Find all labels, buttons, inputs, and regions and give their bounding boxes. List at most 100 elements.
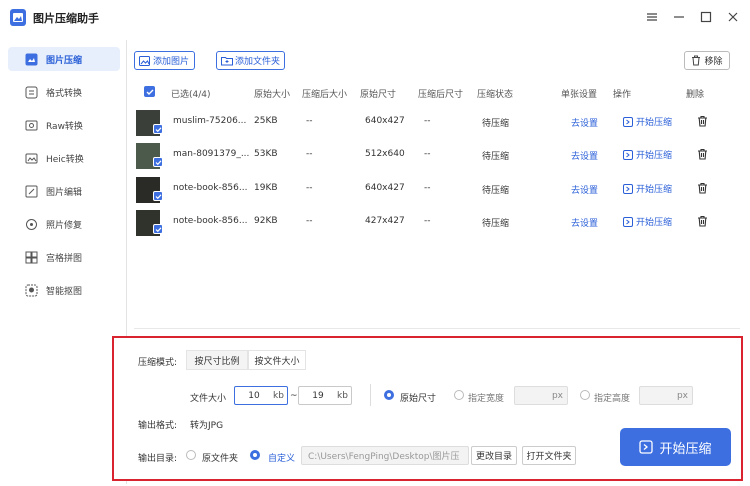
- compressed-size: --: [306, 183, 313, 193]
- original-size: 92KB: [254, 216, 278, 226]
- format-icon: [24, 85, 38, 99]
- row-start-compress-link[interactable]: 开始压缩: [623, 115, 672, 128]
- divider: [134, 328, 740, 329]
- compressed-dims: --: [424, 183, 431, 193]
- remove-button[interactable]: 移除: [684, 51, 730, 70]
- min-size-unit: kb: [273, 390, 284, 401]
- compressed-size: --: [306, 116, 313, 126]
- max-size-input[interactable]: 19 kb: [298, 386, 352, 405]
- width-unit: px: [551, 390, 563, 401]
- row-checkbox[interactable]: [153, 157, 163, 167]
- output-dir-label: 输出目录:: [138, 454, 178, 464]
- app-title: 图片压缩助手: [33, 12, 99, 25]
- compressed-size: --: [306, 216, 313, 226]
- set-settings-link[interactable]: 去设置: [571, 149, 598, 162]
- sidebar-item-edit[interactable]: 图片编辑: [8, 179, 120, 203]
- sidebar-item-compress[interactable]: 图片压缩: [8, 47, 120, 71]
- header-single-setting: 单张设置: [561, 90, 598, 100]
- row-checkbox[interactable]: [153, 224, 163, 234]
- output-format-value: 转为JPG: [190, 421, 224, 431]
- trash-icon[interactable]: [697, 182, 708, 197]
- radio-original-folder[interactable]: [186, 450, 196, 460]
- radio-original-dims[interactable]: [384, 390, 394, 400]
- min-size-input[interactable]: 10 kb: [234, 386, 288, 405]
- grid-icon: [24, 250, 38, 264]
- compressed-dims: --: [424, 216, 431, 226]
- row-start-label: 开始压缩: [636, 218, 673, 228]
- sidebar-item-label: 宫格拼图: [46, 253, 83, 264]
- trash-icon: [692, 55, 701, 66]
- set-settings-link[interactable]: 去设置: [571, 183, 598, 196]
- row-start-compress-link[interactable]: 开始压缩: [623, 182, 672, 195]
- add-image-button[interactable]: 添加图片: [134, 51, 195, 70]
- original-dims: 512x640: [365, 149, 405, 159]
- sidebar-item-grid[interactable]: 宫格拼图: [8, 245, 120, 269]
- raw-icon: [24, 118, 38, 132]
- original-dims: 427x427: [365, 216, 405, 226]
- set-settings-link[interactable]: 去设置: [571, 116, 598, 129]
- radio-custom-folder[interactable]: [250, 450, 260, 460]
- trash-icon[interactable]: [697, 148, 708, 163]
- height-input[interactable]: px: [639, 386, 693, 405]
- set-settings-link[interactable]: 去设置: [571, 216, 598, 229]
- vertical-separator: [370, 384, 371, 406]
- original-folder-label: 原文件夹: [202, 454, 239, 464]
- height-label: 指定高度: [594, 394, 631, 404]
- start-icon: [639, 440, 654, 454]
- change-dir-button[interactable]: 更改目录: [471, 446, 517, 465]
- radio-width[interactable]: [454, 390, 464, 400]
- header-original-dims: 原始尺寸: [360, 90, 397, 100]
- add-image-icon: [139, 56, 150, 66]
- row-start-label: 开始压缩: [636, 151, 673, 161]
- mode-tab-by-ratio[interactable]: 按尺寸比例: [186, 350, 248, 370]
- add-folder-button[interactable]: 添加文件夹: [216, 51, 285, 70]
- compressed-dims: --: [424, 116, 431, 126]
- output-path-input[interactable]: C:\Users\FengPing\Desktop\图片压: [301, 446, 469, 465]
- sidebar-item-label: 智能抠图: [46, 286, 83, 297]
- heic-icon: [24, 151, 38, 165]
- range-tilde: ~: [290, 391, 298, 401]
- trash-icon[interactable]: [697, 115, 708, 130]
- header-operation: 操作: [613, 90, 632, 100]
- start-icon: [623, 183, 633, 194]
- row-checkbox[interactable]: [153, 191, 163, 201]
- width-input[interactable]: px: [514, 386, 568, 405]
- header-selected: 已选(4/4): [171, 90, 211, 100]
- start-icon: [623, 149, 633, 160]
- mode-tab-by-filesize[interactable]: 按文件大小: [248, 350, 306, 370]
- sidebar-item-label: 图片压缩: [46, 55, 83, 66]
- file-name: man-8091379_...: [173, 149, 250, 159]
- row-start-compress-link[interactable]: 开始压缩: [623, 215, 672, 228]
- original-size: 19KB: [254, 183, 278, 193]
- min-size-value: 10: [248, 390, 260, 401]
- sidebar-item-heic[interactable]: Heic转换: [8, 146, 120, 170]
- original-dims-label: 原始尺寸: [400, 394, 437, 404]
- radio-height[interactable]: [580, 390, 590, 400]
- trash-icon[interactable]: [697, 215, 708, 230]
- cutout-icon: [24, 283, 38, 297]
- add-folder-label: 添加文件夹: [235, 57, 281, 67]
- compressed-dims: --: [424, 149, 431, 159]
- minimize-icon[interactable]: [670, 8, 688, 26]
- sidebar-item-format[interactable]: 格式转换: [8, 80, 120, 104]
- sidebar-item-raw[interactable]: Raw转换: [8, 113, 120, 137]
- row-checkbox[interactable]: [153, 124, 163, 134]
- close-icon[interactable]: [724, 8, 742, 26]
- sidebar-item-label: 格式转换: [46, 88, 83, 99]
- select-all-checkbox[interactable]: [144, 86, 155, 97]
- sidebar-item-label: Heic转换: [46, 154, 84, 165]
- sidebar-item-repair[interactable]: 照片修复: [8, 212, 120, 236]
- max-size-unit: kb: [337, 390, 348, 401]
- row-start-compress-link[interactable]: 开始压缩: [623, 148, 672, 161]
- compress-mode-label: 压缩模式:: [138, 358, 178, 368]
- original-dims: 640x427: [365, 116, 405, 126]
- open-folder-button[interactable]: 打开文件夹: [522, 446, 576, 465]
- maximize-icon[interactable]: [697, 8, 715, 26]
- custom-folder-label: 自定义: [268, 454, 296, 464]
- sidebar-item-cutout[interactable]: 智能抠图: [8, 278, 120, 302]
- menu-icon[interactable]: [643, 8, 661, 26]
- compress-icon: [24, 52, 38, 66]
- start-compress-button[interactable]: 开始压缩: [620, 428, 731, 466]
- header-compressed-size: 压缩后大小: [302, 90, 348, 100]
- status-text: 待压缩: [482, 219, 510, 229]
